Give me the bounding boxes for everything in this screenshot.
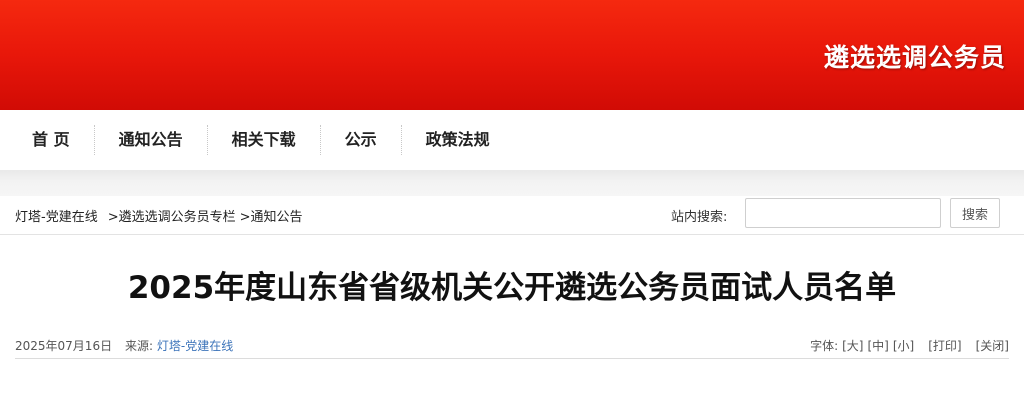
breadcrumb-home-link[interactable]: 灯塔-党建在线 xyxy=(15,206,98,225)
header-banner: 遴选选调公务员 xyxy=(0,0,1024,110)
nav-item-home[interactable]: 首 页 xyxy=(8,125,95,155)
nav-item-publicity[interactable]: 公示 xyxy=(321,125,402,155)
breadcrumb: 灯塔-党建在线 >遴选选调公务员专栏 >通知公告 xyxy=(15,206,303,225)
breadcrumb-bar: 灯塔-党建在线 >遴选选调公务员专栏 >通知公告 站内搜索: 搜索 xyxy=(0,196,1024,235)
article-title: 2025年度山东省省级机关公开遴选公务员面试人员名单 xyxy=(127,270,897,306)
breadcrumb-section-link[interactable]: >遴选选调公务员专栏 xyxy=(108,206,236,225)
source-link[interactable]: 灯塔-党建在线 xyxy=(157,339,233,353)
font-medium-button[interactable]: [中] xyxy=(868,337,889,354)
main-nav: 首 页 通知公告 相关下载 公示 政策法规 xyxy=(0,110,1024,170)
nav-item-downloads[interactable]: 相关下载 xyxy=(208,125,321,155)
nav-item-policies[interactable]: 政策法规 xyxy=(402,125,514,155)
article-source: 来源: 灯塔-党建在线 xyxy=(125,337,233,354)
publish-date: 2025年07月16日 xyxy=(15,339,113,353)
banner-title: 遴选选调公务员 xyxy=(823,43,1006,72)
breadcrumb-current-link[interactable]: >通知公告 xyxy=(240,206,303,225)
article-tools: 字体: [大] [中] [小] [打印] [关闭] xyxy=(810,337,1009,354)
close-button[interactable]: [关闭] xyxy=(976,337,1009,354)
font-small-button[interactable]: [小] xyxy=(893,337,914,354)
print-button[interactable]: [打印] xyxy=(928,337,961,354)
divider-strip xyxy=(0,170,1024,196)
search-input[interactable] xyxy=(745,198,941,228)
search-label: 站内搜索: xyxy=(671,210,728,225)
search-button[interactable]: 搜索 xyxy=(950,198,1000,228)
nav-item-notices[interactable]: 通知公告 xyxy=(95,125,208,155)
font-large-button[interactable]: [大] xyxy=(842,337,863,354)
source-label: 来源: xyxy=(125,339,154,353)
font-size-label: 字体: xyxy=(810,339,839,353)
article-meta: 2025年07月16日 来源: 灯塔-党建在线 字体: [大] [中] [小] … xyxy=(15,337,1009,359)
